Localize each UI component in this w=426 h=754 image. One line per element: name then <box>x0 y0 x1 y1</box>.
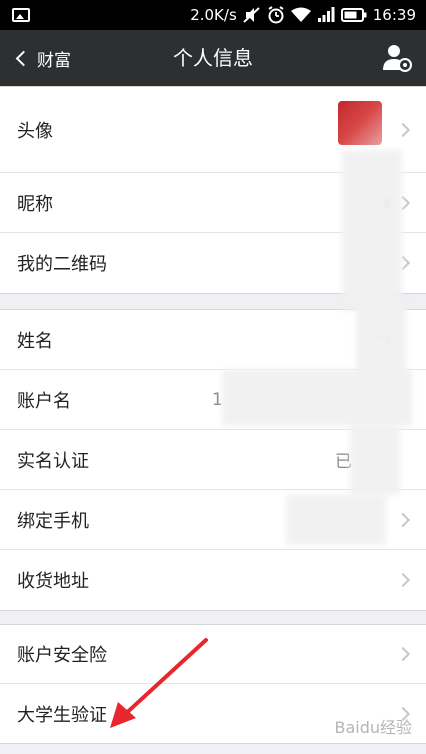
user-settings-icon[interactable] <box>382 43 412 73</box>
address-label: 收货地址 <box>17 571 89 592</box>
status-bar: 2.0K/s 16:39 <box>0 0 426 30</box>
network-speed: 2.0K/s <box>190 6 237 24</box>
address-row[interactable]: 收货地址 <box>0 550 426 610</box>
signal-icon <box>317 7 335 22</box>
account-label: 账户名 <box>17 390 71 412</box>
avatar <box>338 101 382 145</box>
chevron-right-icon <box>395 646 411 662</box>
privacy-blur <box>286 495 386 545</box>
clock: 16:39 <box>372 6 416 24</box>
chevron-right-icon <box>395 572 411 588</box>
nav-bar: 财富 个人信息 <box>0 30 426 86</box>
wifi-icon <box>290 7 311 22</box>
battery-icon <box>340 8 367 22</box>
nickname-label: 昵称 <box>17 193 53 215</box>
privacy-blur <box>342 150 402 310</box>
image-notification-icon <box>12 8 30 22</box>
phone-label: 绑定手机 <box>17 510 89 532</box>
status-right: 2.0K/s 16:39 <box>190 6 416 24</box>
privacy-blur <box>222 370 412 426</box>
privacy-blur <box>356 300 406 380</box>
chevron-right-icon <box>395 122 411 137</box>
privacy-blur <box>350 425 400 495</box>
insurance-label: 账户安全险 <box>17 645 107 666</box>
alarm-icon <box>268 6 284 24</box>
qrcode-label: 我的二维码 <box>17 254 107 275</box>
watermark: Baidu经验 <box>334 718 412 737</box>
mute-icon <box>243 7 260 23</box>
realname-label: 实名认证 <box>17 450 89 472</box>
insurance-row[interactable]: 账户安全险 <box>0 625 426 684</box>
page-title: 个人信息 <box>173 46 253 70</box>
student-verify-label: 大学生验证 <box>17 704 107 726</box>
avatar-label: 头像 <box>17 120 53 142</box>
chevron-right-icon <box>395 512 411 527</box>
name-label: 姓名 <box>17 330 53 352</box>
